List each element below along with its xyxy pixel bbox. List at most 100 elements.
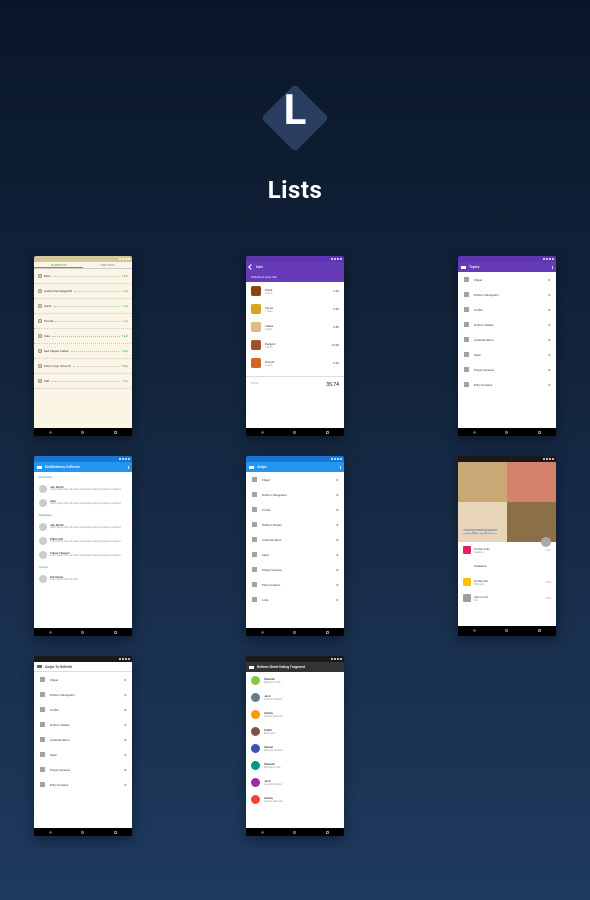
topic-row[interactable]: Authentication: [458, 332, 556, 347]
back-icon[interactable]: [248, 264, 254, 270]
notification-row[interactable]: Jen SmithLorem ipsum dolor sit amet, con…: [34, 482, 132, 496]
cart-item[interactable]: Burgers2 each12.00: [246, 336, 344, 354]
contact-row[interactable]: ShaunikBengaluru, India: [246, 757, 344, 774]
topic-row[interactable]: Bottom Sheets: [246, 517, 344, 532]
ingredient-amount: 2 tbsp: [121, 365, 128, 368]
contact-location: America, England: [264, 698, 339, 701]
menu-icon[interactable]: [461, 266, 466, 269]
add-icon[interactable]: [38, 379, 42, 383]
topic-row[interactable]: Profile: [246, 502, 344, 517]
screenshot-music[interactable]: Most Played Songs On the rocksFreelance3…: [458, 456, 556, 636]
ingredient-name: Gluten-free Spaghetti: [44, 289, 72, 293]
ingredient-row[interactable]: Ricotta1 cup: [34, 314, 132, 329]
song-row[interactable]: On the OneWild cubs5:07: [458, 574, 556, 590]
topic-row[interactable]: Bottom Sheets: [34, 717, 132, 732]
ingredient-row[interactable]: Kale3 leaf: [34, 329, 132, 344]
screenshot-recipe[interactable]: INGREDIENTS DIRECTIONS Basil6 leafGluten…: [34, 256, 132, 436]
notification-row[interactable]: Kurt DrewLorem ipsum dolor sit amet: [34, 572, 132, 586]
topic-row[interactable]: Player: [246, 472, 344, 487]
topic-icon: [252, 567, 257, 572]
contact-row[interactable]: SmithBihar, India: [246, 723, 344, 740]
cart-item[interactable]: Pizza2 each2.20: [246, 282, 344, 300]
contact-row[interactable]: AshleyKolkata, Indonesia: [246, 791, 344, 808]
song-row[interactable]: Freelance: [458, 558, 556, 574]
add-icon[interactable]: [38, 364, 42, 368]
menu-icon[interactable]: [37, 665, 42, 668]
ingredient-name: Red Pepper Flakes: [44, 349, 69, 353]
topic-row[interactable]: Feed: [246, 547, 344, 562]
topic-row[interactable]: Player: [458, 272, 556, 287]
ingredient-row[interactable]: Salt1 tsp: [34, 374, 132, 389]
cart-item[interactable]: Tacos1 plate3.40: [246, 300, 344, 318]
menu-icon[interactable]: [249, 466, 254, 469]
topic-row[interactable]: Entry Screens: [458, 377, 556, 392]
contact-row[interactable]: JeckAmerica, England: [246, 689, 344, 706]
ingredient-row[interactable]: Extra Virgin Olive Oil2 tbsp: [34, 359, 132, 374]
topic-row[interactable]: Feed: [458, 347, 556, 362]
topic-row[interactable]: Bottom Navigation: [246, 487, 344, 502]
topic-icon: [40, 707, 45, 712]
topic-row[interactable]: Entry Screens: [246, 577, 344, 592]
topic-icon: [40, 737, 45, 742]
topic-name: Bottom Sheets: [262, 523, 331, 527]
cart-item[interactable]: Donuts6 each5.20: [246, 354, 344, 372]
overflow-icon[interactable]: [128, 466, 129, 469]
ingredient-name: Basil: [44, 274, 51, 278]
add-icon[interactable]: [38, 334, 42, 338]
ingredient-row[interactable]: Garlic2 cup: [34, 299, 132, 314]
appbar-title: Bottom Sheet Dialog Fragment: [257, 665, 305, 669]
topic-row[interactable]: Feed: [34, 747, 132, 762]
topic-row[interactable]: Profile: [34, 702, 132, 717]
overflow-icon[interactable]: [552, 266, 553, 269]
topic-row[interactable]: Empty Screens: [246, 562, 344, 577]
notification-row[interactable]: Trevor HansenLorem ipsum dolor sit amet,…: [34, 548, 132, 562]
tab-directions[interactable]: DIRECTIONS: [83, 262, 132, 268]
screenshot-notifications[interactable]: Notifications Collector FavouritesJen Sm…: [34, 456, 132, 636]
screenshot-swipe[interactable]: Swipe PlayerBottom NavigationProfileBott…: [246, 456, 344, 636]
play-fab[interactable]: [541, 537, 551, 547]
chevron-right-icon: [336, 523, 339, 526]
song-row[interactable]: Life is a VitZoo3:42: [458, 590, 556, 606]
screenshot-swipe-refresh[interactable]: Swipe To Refresh PlayerBottom Navigation…: [34, 656, 132, 836]
contact-row[interactable]: JeckAmerica, England: [246, 774, 344, 791]
add-icon[interactable]: [38, 274, 42, 278]
app-logo: L: [265, 88, 325, 148]
notification-row[interactable]: Jen SmithLorem ipsum dolor sit amet, con…: [34, 520, 132, 534]
add-icon[interactable]: [38, 349, 42, 353]
contact-row[interactable]: AshleyKolkata, Indonesia: [246, 706, 344, 723]
screenshot-contacts[interactable]: Bottom Sheet Dialog Fragment ShaunikBeng…: [246, 656, 344, 836]
add-icon[interactable]: [38, 319, 42, 323]
tab-ingredients[interactable]: INGREDIENTS: [34, 262, 83, 268]
chevron-right-icon: [336, 508, 339, 511]
notification-row[interactable]: Erika HoltLorem ipsum dolor sit amet, co…: [34, 534, 132, 548]
topic-row[interactable]: Authentication: [246, 532, 344, 547]
topic-row[interactable]: Bottom Navigation: [458, 287, 556, 302]
menu-icon[interactable]: [37, 466, 42, 469]
notification-text: Lorem ipsum dolor sit amet, consectetur …: [50, 555, 127, 558]
topic-row[interactable]: Bottom Navigation: [34, 687, 132, 702]
notification-row[interactable]: AlexLorem ipsum dolor sit amet, consecte…: [34, 496, 132, 510]
topic-row[interactable]: Empty Screens: [458, 362, 556, 377]
topic-row[interactable]: Bottom Sheets: [458, 317, 556, 332]
add-icon[interactable]: [38, 304, 42, 308]
topic-row[interactable]: Lists: [246, 592, 344, 607]
menu-icon[interactable]: [249, 666, 254, 669]
chevron-right-icon: [124, 678, 127, 681]
topic-row[interactable]: Empty Screens: [34, 762, 132, 777]
topic-icon: [252, 552, 257, 557]
ingredient-row[interactable]: Gluten-free Spaghetti2 cup: [34, 284, 132, 299]
topic-row[interactable]: Entry Screens: [34, 777, 132, 792]
overflow-icon[interactable]: [340, 466, 341, 469]
topic-name: Player: [474, 278, 543, 282]
ingredient-row[interactable]: Red Pepper Flakes1 tbsp: [34, 344, 132, 359]
contact-row[interactable]: StevenNewyork, America: [246, 740, 344, 757]
topic-row[interactable]: Profile: [458, 302, 556, 317]
contact-row[interactable]: ShaunikBengaluru, India: [246, 672, 344, 689]
screenshot-cart[interactable]: Cart 5 Items in your cart Pizza2 each2.2…: [246, 256, 344, 436]
topic-row[interactable]: Authentication: [34, 732, 132, 747]
add-icon[interactable]: [38, 289, 42, 293]
screenshot-topics[interactable]: Topics PlayerBottom NavigationProfileBot…: [458, 256, 556, 436]
ingredient-row[interactable]: Basil6 leaf: [34, 269, 132, 284]
cart-item[interactable]: Cakes4 each6.80: [246, 318, 344, 336]
topic-row[interactable]: Player: [34, 672, 132, 687]
